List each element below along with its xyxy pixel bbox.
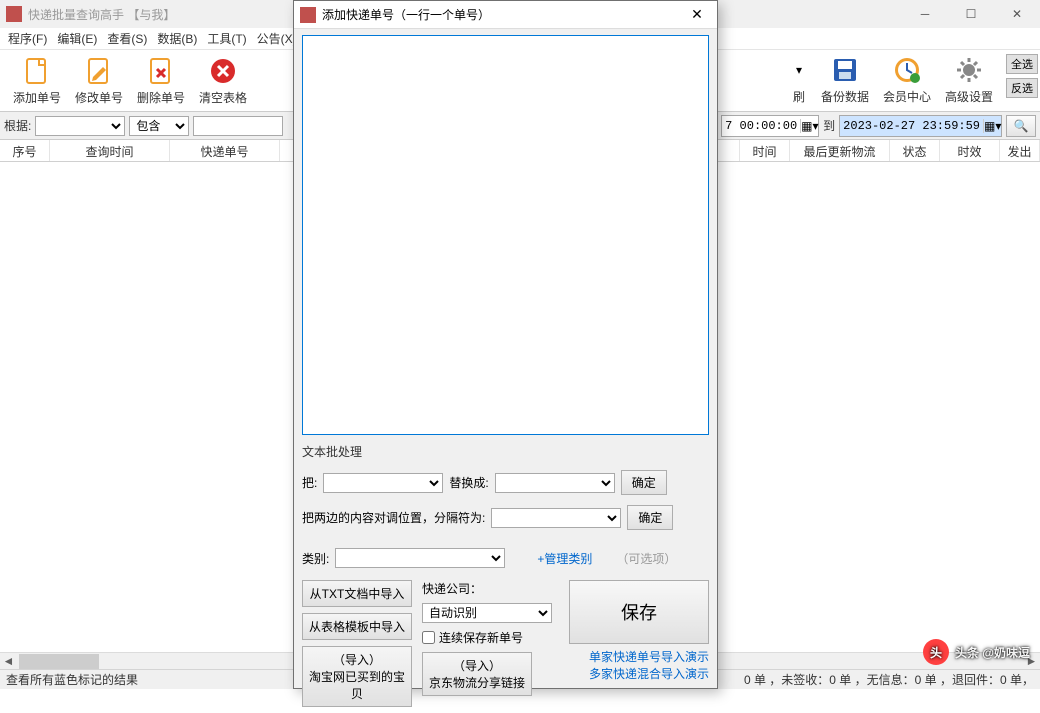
minimize-button[interactable]: ─: [902, 0, 948, 28]
col-duration[interactable]: 时效: [940, 140, 1000, 161]
import-taobao-button[interactable]: （导入） 淘宝网已买到的宝贝: [302, 646, 412, 707]
refresh-icon: ▾: [783, 54, 815, 86]
window-controls: ─ ☐ ✕: [902, 0, 1040, 28]
contains-combo[interactable]: 包含: [129, 116, 189, 136]
col-last-update[interactable]: 最后更新物流: [790, 140, 890, 161]
advanced-settings-button[interactable]: 高级设置: [938, 50, 1000, 108]
replace-from-label: 把:: [302, 474, 317, 491]
replace-to-label: 替换成:: [449, 474, 488, 491]
page-delete-icon: [145, 55, 177, 87]
save-icon: [829, 54, 861, 86]
settings-icon: [953, 54, 985, 86]
status-left: 查看所有蓝色标记的结果: [6, 671, 138, 688]
add-tracking-button[interactable]: 添加单号: [6, 52, 68, 110]
menu-tools[interactable]: 工具(T): [203, 28, 250, 49]
invert-selection-button[interactable]: 反选: [1006, 78, 1038, 98]
optional-label: （可选项）: [616, 550, 676, 567]
watermark-icon: 头: [923, 639, 949, 665]
root-label: 根据:: [4, 117, 31, 134]
swap-label: 把两边的内容对调位置，分隔符为:: [302, 509, 485, 526]
demo-multi-link[interactable]: 多家快递混合导入演示: [589, 665, 709, 682]
member-center-button[interactable]: 会员中心: [876, 50, 938, 108]
add-tracking-dialog: 添加快递单号（一行一个单号） ✕ 文本批处理 把: 替换成: 确定 把两边的内容…: [293, 0, 718, 689]
col-dispatch[interactable]: 发出: [1000, 140, 1040, 161]
replace-row: 把: 替换成: 确定: [302, 470, 709, 495]
swap-delimiter-combo[interactable]: [491, 508, 621, 528]
status-right: 0 单 ，未签收：0 单 ，无信息：0 单 ，退回件：0 单，: [744, 671, 1034, 688]
category-row: 类别: +管理类别 （可选项）: [302, 548, 709, 568]
clear-icon: [207, 55, 239, 87]
member-icon: [891, 54, 923, 86]
menu-view[interactable]: 查看(S): [103, 28, 151, 49]
delete-tracking-button[interactable]: 删除单号: [130, 52, 192, 110]
replace-to-combo[interactable]: [495, 473, 615, 493]
import-txt-button[interactable]: 从TXT文档中导入: [302, 580, 412, 607]
col-time[interactable]: 时间: [740, 140, 790, 161]
app-icon: [6, 6, 22, 22]
scroll-left-icon[interactable]: ◄: [0, 653, 17, 670]
search-button[interactable]: 🔍: [1006, 115, 1036, 137]
continuous-save-checkbox[interactable]: 连续保存新单号: [422, 629, 559, 646]
page-edit-icon: [83, 55, 115, 87]
replace-from-combo[interactable]: [323, 473, 443, 493]
maximize-button[interactable]: ☐: [948, 0, 994, 28]
menu-program[interactable]: 程序(F): [4, 28, 51, 49]
col-index[interactable]: 序号: [0, 140, 50, 161]
scrollbar-thumb[interactable]: [19, 654, 99, 669]
calendar-icon: ▦▾: [800, 119, 818, 133]
watermark: 头 头条 @奶味逗: [923, 639, 1030, 665]
backup-button[interactable]: 备份数据: [814, 50, 876, 108]
menu-data[interactable]: 数据(B): [153, 28, 201, 49]
category-combo[interactable]: [335, 548, 505, 568]
col-query-time[interactable]: 查询时间: [50, 140, 170, 161]
search-icon: 🔍: [1014, 119, 1029, 133]
swap-row: 把两边的内容对调位置，分隔符为: 确定: [302, 505, 709, 530]
import-template-button[interactable]: 从表格模板中导入: [302, 613, 412, 640]
col-status[interactable]: 状态: [890, 140, 940, 161]
swap-ok-button[interactable]: 确定: [627, 505, 673, 530]
dialog-title: 添加快递单号（一行一个单号）: [322, 6, 677, 23]
select-all-button[interactable]: 全选: [1006, 54, 1038, 74]
dialog-close-button[interactable]: ✕: [677, 1, 717, 29]
dialog-titlebar: 添加快递单号（一行一个单号） ✕: [294, 1, 717, 29]
calendar-icon: ▦▾: [983, 119, 1001, 133]
clear-table-button[interactable]: 清空表格: [192, 52, 254, 110]
refresh-button[interactable]: ▾ 刷: [784, 50, 814, 108]
replace-ok-button[interactable]: 确定: [621, 470, 667, 495]
menu-edit[interactable]: 编辑(E): [53, 28, 101, 49]
date-to-picker[interactable]: 2023-02-27 23:59:59 ▦▾: [839, 115, 1002, 137]
date-to-label: 到: [823, 117, 835, 134]
courier-combo[interactable]: 自动识别: [422, 603, 552, 623]
demo-single-link[interactable]: 单家快递单号导入演示: [589, 648, 709, 665]
courier-label: 快递公司：: [422, 580, 559, 597]
tracking-numbers-textarea[interactable]: [302, 35, 709, 435]
continuous-save-input[interactable]: [422, 631, 435, 644]
date-from-picker[interactable]: 7 00:00:00 ▦▾: [721, 115, 819, 137]
category-label: 类别:: [302, 550, 329, 567]
col-tracking-no[interactable]: 快递单号: [170, 140, 280, 161]
text-batch-label: 文本批处理: [302, 443, 709, 460]
page-add-icon: [21, 55, 53, 87]
filter-text-input[interactable]: [193, 116, 283, 136]
close-button[interactable]: ✕: [994, 0, 1040, 28]
root-field-combo[interactable]: [35, 116, 125, 136]
import-jd-button[interactable]: （导入） 京东物流分享链接: [422, 652, 532, 696]
dialog-icon: [300, 7, 316, 23]
manage-category-link[interactable]: +管理类别: [537, 550, 592, 567]
edit-tracking-button[interactable]: 修改单号: [68, 52, 130, 110]
save-button[interactable]: 保存: [569, 580, 709, 644]
